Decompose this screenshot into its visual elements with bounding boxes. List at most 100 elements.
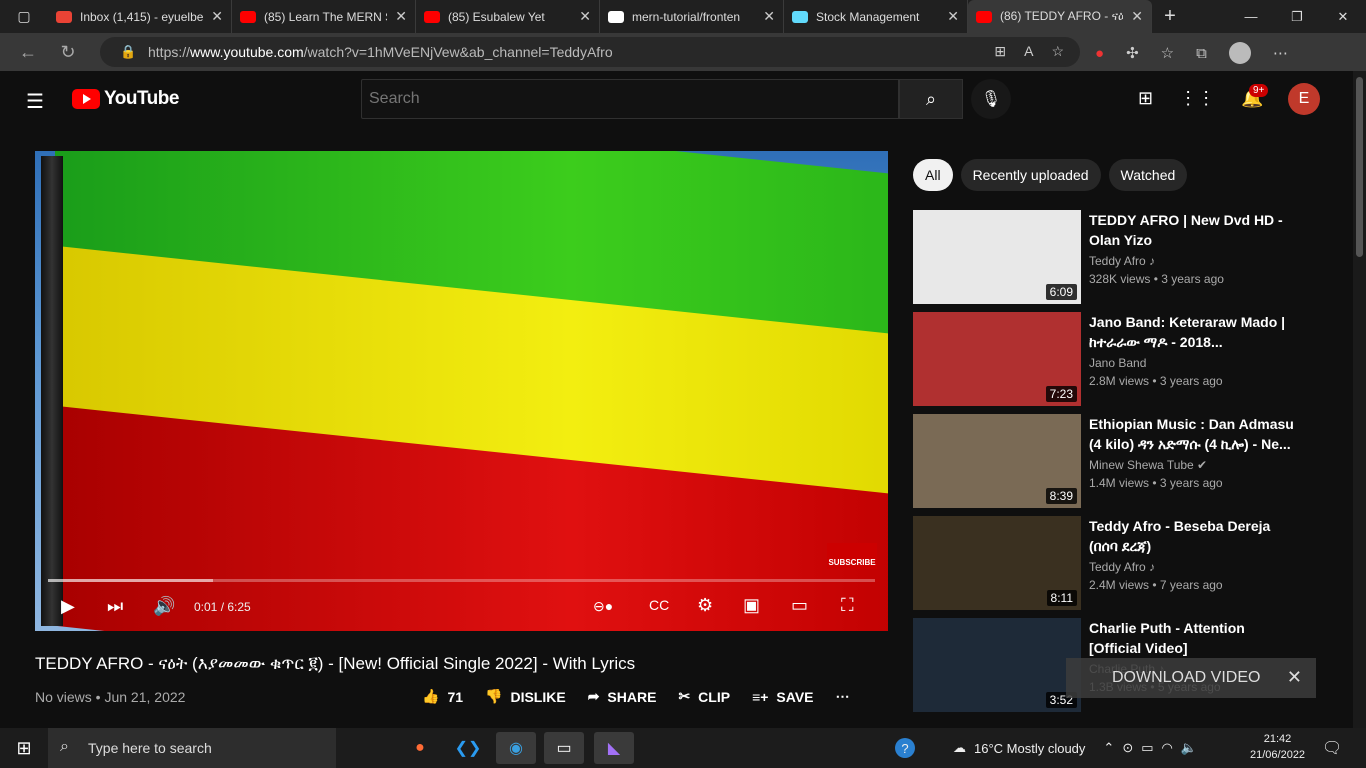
autoplay-toggle[interactable]: ⊖● [593,598,613,615]
taskbar-search-box[interactable]: ⌕ Type here to search [48,728,336,768]
channel-name[interactable]: Teddy Afro ♪ [1089,254,1155,268]
browser-tab[interactable]: mern-tutorial/fronten ✕ [600,0,784,33]
recommended-title[interactable]: Jano Band: Keteraraw Mado | ከተራራው ማዶ - 2… [1089,312,1299,352]
close-popup-icon[interactable]: ✕ [1287,667,1302,688]
next-icon[interactable]: ⏭ [107,596,123,617]
weather-cloud-icon[interactable]: ☁ [953,740,966,756]
close-tab-icon[interactable]: ✕ [947,8,959,25]
edge-icon[interactable]: ◉ [496,732,536,764]
refresh-icon[interactable]: ↻ [48,42,88,63]
video-thumbnail[interactable]: 7:23 [913,312,1081,406]
visual-studio-icon[interactable]: ◣ [594,732,634,764]
filter-chip[interactable]: Watched [1108,159,1188,191]
help-icon[interactable]: ? [895,738,915,758]
download-video-popup[interactable]: DOWNLOAD VIDEO ✕ [1066,658,1316,698]
browser-tab[interactable]: (85) Esubalew Yet ✕ [416,0,600,33]
battery-icon[interactable]: ▭ [1141,740,1153,756]
volume-icon[interactable]: 🔊 [153,596,175,617]
apps-icon[interactable]: ⊞ [994,43,1006,60]
favorite-star-icon[interactable]: ☆ [1051,43,1064,60]
search-button[interactable]: ⌕ [899,79,963,119]
close-tab-icon[interactable]: ✕ [211,8,223,25]
filter-chip[interactable]: All [913,159,953,191]
favorites-icon[interactable]: ☆ [1161,44,1174,62]
address-bar[interactable]: 🔒 https://www.youtube.com/watch?v=1hMVeE… [100,37,1080,67]
recommended-video[interactable]: 6:09 TEDDY AFRO | New Dvd HD - Olan Yizo… [913,210,1338,304]
recommended-video[interactable]: 8:11 Teddy Afro - Beseba Dereja (በሰባ ደረጃ… [913,516,1338,610]
browser-tab[interactable]: Inbox (1,415) - eyuelbe ✕ [48,0,232,33]
url-host: www.youtube.com [190,44,304,60]
page-scrollbar[interactable] [1353,71,1366,728]
brave-browser-icon[interactable]: ● [400,732,440,764]
new-tab-button[interactable]: + [1152,5,1188,28]
close-tab-icon[interactable]: ✕ [579,8,591,25]
read-aloud-icon[interactable]: A [1024,43,1033,60]
like-button[interactable]: 👍 71 [422,688,463,705]
collections-icon[interactable]: ⧉ [1196,45,1207,62]
video-thumbnail[interactable]: 8:39 [913,414,1081,508]
profile-icon[interactable] [1228,42,1251,64]
channel-name[interactable]: Minew Shewa Tube ✔ [1089,458,1207,472]
miniplayer-icon[interactable]: ▣ [743,595,760,616]
browser-tab[interactable]: Stock Management ✕ [784,0,968,33]
video-thumbnail[interactable]: 3:52 [913,618,1081,712]
extension-red-icon[interactable]: ● [1095,45,1104,62]
filter-chip[interactable]: Recently uploaded [960,159,1101,191]
tab-actions-icon[interactable]: ▢ [0,0,48,33]
hamburger-menu-icon[interactable]: ☰ [26,89,44,114]
minimize-icon[interactable]: — [1228,0,1274,33]
more-actions-icon[interactable]: ⋯ [836,688,850,705]
recommended-title[interactable]: Ethiopian Music : Dan Admasu (4 kilo) ዳን… [1089,414,1299,454]
back-icon[interactable]: ← [8,42,48,63]
user-avatar[interactable]: E [1288,83,1320,115]
captions-icon[interactable]: CC [649,597,669,613]
restore-icon[interactable]: ❐ [1274,0,1320,33]
create-video-icon[interactable]: ⊞ [1138,88,1153,109]
video-thumbnail[interactable]: 8:11 [913,516,1081,610]
windows-start-icon[interactable]: ⊞ [0,738,48,759]
extensions-icon[interactable]: ✣ [1126,44,1139,62]
save-button[interactable]: ≡+ SAVE [752,689,813,705]
terminal-icon[interactable]: ▭ [544,732,584,764]
wifi-icon[interactable]: ◠ [1162,740,1173,756]
network-icon[interactable]: ⊙ [1122,740,1133,756]
video-thumbnail[interactable]: 6:09 [913,210,1081,304]
close-tab-icon[interactable]: ✕ [763,8,775,25]
clip-button[interactable]: ✂ CLIP [678,688,730,705]
settings-gear-icon[interactable]: ⚙ [697,595,713,616]
progress-bar[interactable] [48,579,875,582]
recommended-title[interactable]: Teddy Afro - Beseba Dereja (በሰባ ደረጃ) [1089,516,1299,556]
close-window-icon[interactable]: ✕ [1320,0,1366,33]
speaker-icon[interactable]: 🔈 [1181,740,1197,756]
play-icon[interactable]: ▶ [61,596,75,617]
close-tab-icon[interactable]: ✕ [395,8,407,25]
browser-tab[interactable]: (86) TEDDY AFRO - ናዕ ✕ [968,0,1152,33]
search-input[interactable] [361,79,899,119]
recommended-title[interactable]: Charlie Puth - Attention [Official Video… [1089,618,1299,658]
channel-name[interactable]: Jano Band [1089,356,1146,370]
theater-mode-icon[interactable]: ▭ [791,595,808,616]
dislike-button[interactable]: 👎 DISLIKE [485,688,566,705]
recommended-title[interactable]: TEDDY AFRO | New Dvd HD - Olan Yizo [1089,210,1299,250]
scrollbar-thumb[interactable] [1356,77,1363,257]
notifications-icon[interactable]: 🗨 [1322,738,1342,758]
recommended-video[interactable]: 8:39 Ethiopian Music : Dan Admasu (4 kil… [913,414,1338,508]
recommended-video[interactable]: 7:23 Jano Band: Keteraraw Mado | ከተራራው ማ… [913,312,1338,406]
vscode-icon[interactable]: ❮❯ [448,732,488,764]
close-tab-icon[interactable]: ✕ [1131,8,1143,25]
weather-text[interactable]: 16°C Mostly cloudy [974,741,1085,756]
share-icon: ➦ [587,688,600,704]
notification-badge: 9+ [1249,84,1269,97]
video-player[interactable]: SUBSCRIBE ▶ ⏭ 🔊 0:01 / 6:25 ⊖● CC ⚙ ▣ ▭ … [35,151,888,631]
share-button[interactable]: ➦ SHARE [588,688,657,705]
more-menu-icon[interactable]: ⋯ [1273,44,1288,62]
taskbar-clock[interactable]: 21:42 21/06/2022 [1250,731,1305,763]
voice-search-mic-icon[interactable]: 🎙 [971,79,1011,119]
youtube-apps-grid-icon[interactable]: ⋮⋮ [1179,88,1215,109]
fullscreen-icon[interactable]: ⛶ [841,595,854,616]
channel-name[interactable]: Teddy Afro ♪ [1089,560,1155,574]
browser-tab[interactable]: (85) Learn The MERN S ✕ [232,0,416,33]
chevron-up-icon[interactable]: ⌃ [1103,740,1114,756]
youtube-logo[interactable]: YouTube [72,88,179,110]
subscribe-watermark[interactable]: SUBSCRIBE [827,543,877,569]
